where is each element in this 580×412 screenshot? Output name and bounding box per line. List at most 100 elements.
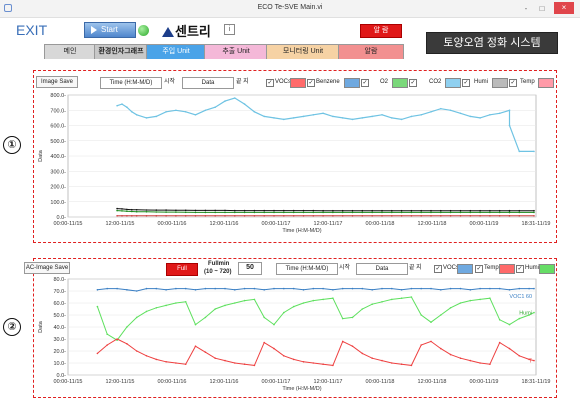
tab-monitoring-unit[interactable]: 모니터링 Unit — [266, 44, 340, 59]
benzene-color-swatch[interactable] — [344, 78, 360, 88]
o2-color-swatch[interactable] — [392, 78, 408, 88]
minimize-button[interactable]: - — [520, 3, 532, 14]
data-point — [224, 209, 226, 212]
data-point — [469, 209, 472, 212]
data-point — [263, 211, 265, 214]
full-button[interactable]: Full — [166, 263, 198, 276]
y-tick-label: 300.0- — [50, 169, 66, 175]
y-axis-label: Data — [38, 149, 44, 162]
data-point — [518, 355, 521, 357]
vocs-color-swatch[interactable] — [290, 78, 306, 88]
start-button[interactable]: Start — [84, 22, 136, 38]
data-point — [391, 215, 393, 217]
tab-injection-unit[interactable]: 주입 Unit — [146, 44, 206, 59]
data-point — [145, 117, 148, 119]
ac-data-field[interactable]: Data — [356, 263, 408, 275]
data-field[interactable]: Data — [182, 77, 234, 89]
data-point — [332, 297, 334, 299]
data-point — [184, 363, 187, 365]
data-point — [204, 287, 207, 290]
data-point — [126, 215, 128, 217]
vocs-checkbox[interactable]: ✓ — [266, 79, 274, 87]
data-point — [469, 299, 472, 302]
data-point — [121, 103, 123, 105]
data-point — [322, 287, 324, 290]
info-icon[interactable]: i — [224, 24, 235, 35]
ac-image-save-button[interactable]: AC-Image Save — [24, 262, 70, 274]
data-point — [518, 287, 521, 290]
ac-graph-chart[interactable]: 80.0- 70.0- 60.0- 50.0- 40.0- 30.0- 20.0- 10.0-… — [34, 276, 556, 396]
data-point — [479, 117, 481, 119]
data-point — [292, 215, 295, 217]
data-point — [361, 287, 364, 290]
ac-vocs-color-swatch[interactable] — [457, 264, 473, 274]
co2-checkbox[interactable]: ✓ — [409, 79, 417, 87]
maximize-button[interactable]: □ — [536, 3, 548, 14]
data-point — [165, 304, 167, 307]
alarm-indicator[interactable]: 알 람 — [360, 24, 402, 38]
y-tick-label: 100.0- — [50, 200, 66, 206]
data-point — [430, 209, 432, 212]
x-tick-label: 00:00-11/19 — [470, 379, 499, 385]
data-point — [121, 215, 123, 217]
tab-env-graph[interactable]: 환경인자그래프 — [94, 44, 148, 59]
data-point — [273, 209, 275, 212]
data-point — [479, 211, 481, 214]
data-point — [322, 363, 324, 365]
humi-checkbox[interactable]: ✓ — [462, 79, 470, 87]
data-point — [459, 287, 462, 290]
close-button[interactable]: × — [554, 2, 574, 14]
data-point — [194, 209, 197, 212]
y-axis-label: Data — [38, 320, 44, 333]
data-point — [175, 209, 177, 212]
data-point — [361, 308, 364, 310]
co2-color-swatch[interactable] — [445, 78, 461, 88]
temp-checkbox[interactable]: ✓ — [509, 79, 517, 87]
data-point — [479, 287, 481, 290]
data-point — [508, 215, 511, 217]
data-point — [253, 211, 256, 214]
data-point — [204, 316, 207, 319]
ac-vocs-checkbox[interactable]: ✓ — [434, 265, 442, 273]
data-point — [533, 209, 535, 212]
panel1-marker: ① — [3, 136, 21, 154]
data-point — [312, 215, 315, 217]
y-tick-label: 40.0- — [53, 325, 66, 331]
data-point — [332, 289, 334, 291]
env-graph-chart[interactable]: 800.0- 700.0- 600.0- 500.0- 400.0- 300.0- 200.… — [34, 91, 556, 241]
data-point — [469, 289, 472, 291]
ac-time-format-field[interactable]: Time (H:M-M/D) — [276, 263, 338, 275]
data-point — [361, 117, 364, 119]
benzene-checkbox[interactable]: ✓ — [307, 79, 315, 87]
data-point — [489, 209, 491, 212]
data-point — [131, 208, 133, 211]
x-tick-label: 12:00-11/16 — [210, 379, 239, 385]
ac-temp-checkbox[interactable]: ✓ — [475, 265, 483, 273]
data-point — [469, 215, 472, 217]
data-point — [283, 311, 285, 314]
data-point — [292, 358, 295, 361]
data-point — [302, 115, 305, 118]
ac-legend-temp: Temp — [484, 265, 499, 271]
o2-checkbox[interactable]: ✓ — [361, 79, 369, 87]
exit-button[interactable]: EXIT — [16, 22, 47, 38]
data-point — [312, 209, 315, 212]
data-point — [498, 319, 501, 321]
data-point — [116, 338, 118, 340]
ac-humi-color-swatch[interactable] — [539, 264, 555, 274]
image-save-button[interactable]: Image Save — [36, 76, 78, 88]
x-axis-label: Time (H:M-M/D) — [282, 386, 321, 392]
data-point — [234, 97, 236, 99]
fullmin-input[interactable]: 50 — [238, 262, 262, 275]
ac-humi-checkbox[interactable]: ✓ — [516, 265, 524, 273]
humi-color-swatch[interactable] — [492, 78, 508, 88]
tab-alarm[interactable]: 알람 — [338, 44, 404, 59]
tab-main[interactable]: 메인 — [44, 44, 96, 59]
temp-color-swatch[interactable] — [538, 78, 554, 88]
tab-extraction-unit[interactable]: 추출 Unit — [204, 44, 268, 59]
ac-temp-color-swatch[interactable] — [499, 264, 515, 274]
data-point — [341, 287, 344, 290]
data-point — [234, 209, 236, 212]
time-format-field[interactable]: Time (H:M-M/D) — [100, 77, 162, 89]
data-point — [391, 298, 393, 301]
